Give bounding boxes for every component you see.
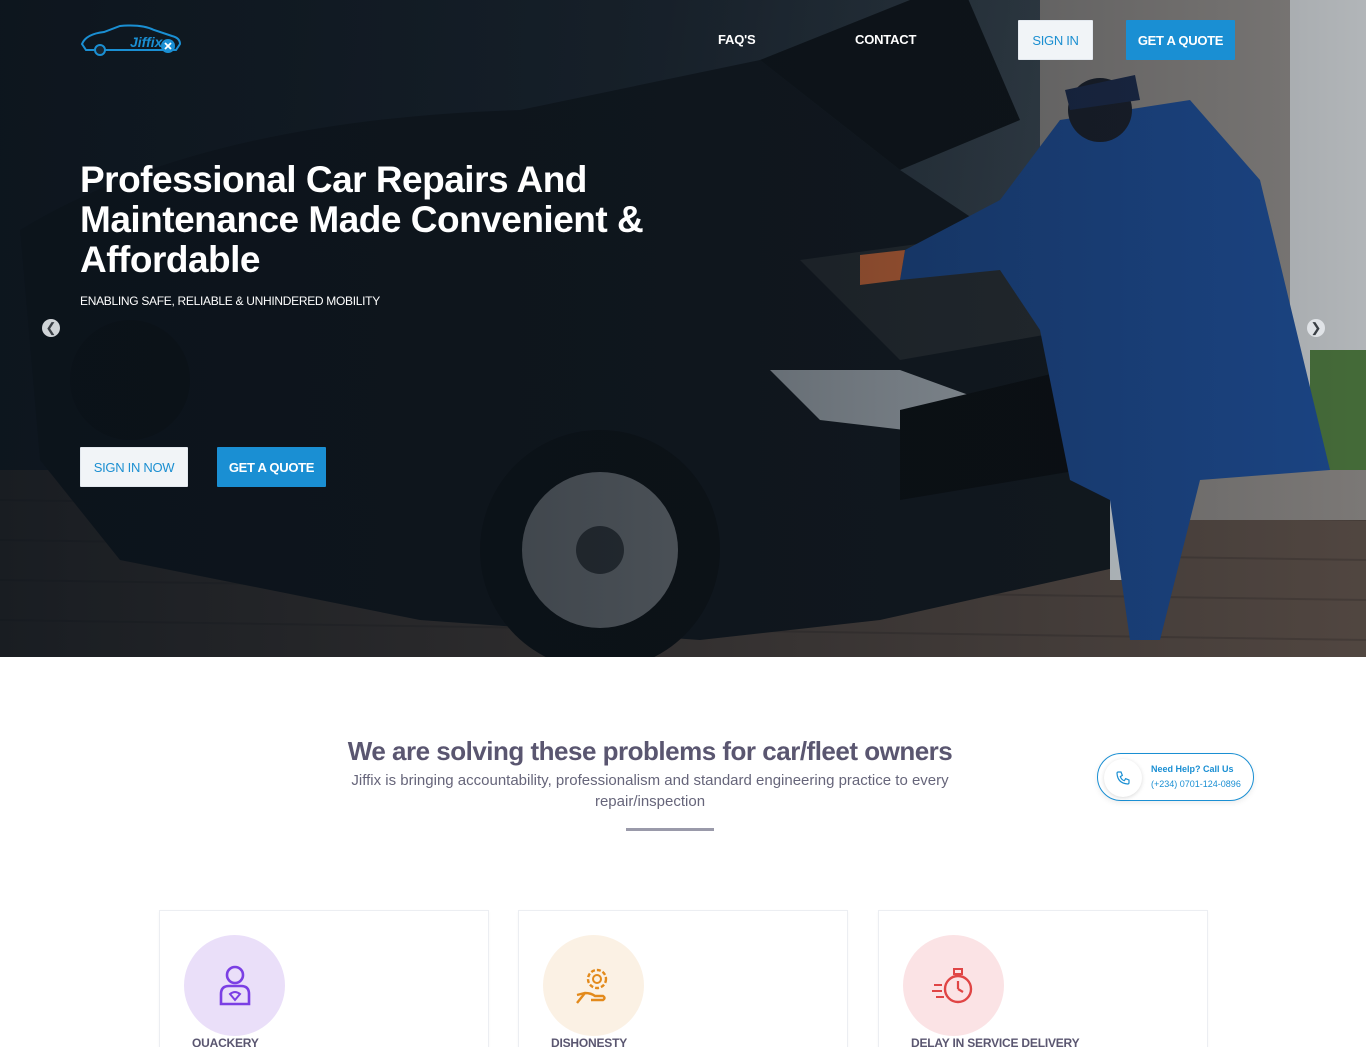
quackery-icon-circle: [184, 935, 285, 1036]
problems-description: Jiffix is bringing accountability, profe…: [351, 772, 949, 810]
help-phone-number[interactable]: (+234) 0701-124-0896: [1151, 779, 1241, 789]
hero-banner: Jiffix FAQ'S CONTACT SIGN IN GET A QUOTE…: [0, 0, 1366, 657]
problem-label-dishonesty: DISHONESTY: [551, 1036, 628, 1047]
stopwatch-icon: [931, 967, 972, 1003]
nav-link-contact[interactable]: CONTACT: [855, 32, 916, 47]
problem-card-dishonesty: DISHONESTY: [518, 910, 848, 1047]
help-title: Need Help? Call Us: [1151, 764, 1234, 774]
nav-link-faqs[interactable]: FAQ'S: [718, 32, 756, 47]
chevron-left-icon: ❮: [45, 320, 57, 335]
hero-title: Professional Car Repairs And Maintenance…: [80, 159, 644, 280]
carousel-next-button[interactable]: ❯: [1307, 319, 1325, 337]
phone-icon: [1104, 759, 1142, 797]
hero-subtitle: ENABLING SAFE, RELIABLE & UNHINDERED MOB…: [80, 294, 380, 308]
jiffix-logo[interactable]: Jiffix: [80, 22, 184, 58]
help-call-widget[interactable]: Need Help? Call Us (+234) 0701-124-0896: [1097, 753, 1254, 801]
hero-get-quote-button[interactable]: GET A QUOTE: [217, 447, 326, 487]
dishonesty-icon-circle: [543, 935, 644, 1036]
problem-card-quackery: QUACKERY: [159, 910, 489, 1047]
sign-in-button[interactable]: SIGN IN: [1018, 20, 1093, 60]
mechanic-person-icon: [219, 965, 250, 1005]
gear-hand-icon: [575, 968, 607, 1004]
hero-overlay: [0, 0, 1366, 657]
get-quote-button[interactable]: GET A QUOTE: [1126, 20, 1235, 60]
sign-in-now-button[interactable]: SIGN IN NOW: [80, 447, 188, 487]
delay-icon-circle: [903, 935, 1004, 1036]
chevron-right-icon: ❯: [1310, 320, 1322, 335]
section-divider: [626, 828, 714, 831]
problem-label-delay: DELAY IN SERVICE DELIVERY: [911, 1036, 1080, 1047]
problem-label-quackery: QUACKERY: [192, 1036, 259, 1047]
problem-card-delay: DELAY IN SERVICE DELIVERY: [878, 910, 1208, 1047]
carousel-prev-button[interactable]: ❮: [42, 319, 60, 337]
svg-text:Jiffix: Jiffix: [130, 34, 164, 50]
